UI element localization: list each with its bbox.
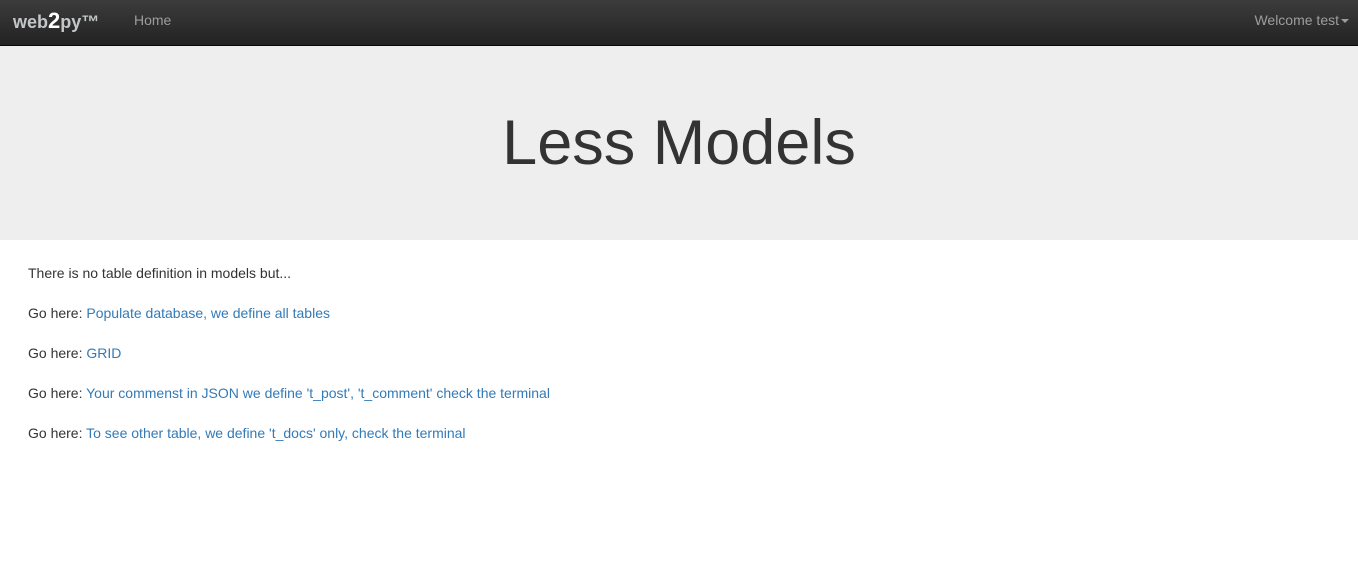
hero: Less Models [0, 46, 1358, 240]
grid-link[interactable]: GRID [86, 345, 121, 361]
prefix-label: Go here: [28, 385, 83, 401]
page-title: Less Models [502, 108, 856, 178]
brand-part: web [13, 12, 49, 32]
comments-json-link[interactable]: Your commenst in JSON we define 't_post'… [86, 385, 550, 401]
other-table-link[interactable]: To see other table, we define 't_docs' o… [86, 425, 465, 441]
prefix-label: Go here: [28, 305, 83, 321]
prefix-label: Go here: [28, 345, 83, 361]
nav-home-link[interactable]: Home [134, 12, 171, 28]
link-line: Go here: Populate database, we define al… [28, 304, 1330, 322]
navbar: web2py™ Home Welcome test [0, 0, 1358, 46]
welcome-label: Welcome test [1254, 12, 1339, 28]
link-line: Go here: Your commenst in JSON we define… [28, 384, 1330, 402]
link-line: Go here: GRID [28, 344, 1330, 362]
intro-text: There is no table definition in models b… [28, 265, 292, 281]
link-line: Go here: To see other table, we define '… [28, 424, 1330, 442]
brand-part: py™ [60, 12, 100, 32]
brand-part: 2 [48, 8, 61, 33]
brand-logo[interactable]: web2py™ [13, 8, 99, 34]
populate-link[interactable]: Populate database, we define all tables [86, 305, 330, 321]
prefix-label: Go here: [28, 425, 83, 441]
content: There is no table definition in models b… [0, 240, 1358, 488]
user-menu-dropdown[interactable]: Welcome test [1254, 12, 1349, 28]
caret-down-icon [1341, 19, 1349, 24]
